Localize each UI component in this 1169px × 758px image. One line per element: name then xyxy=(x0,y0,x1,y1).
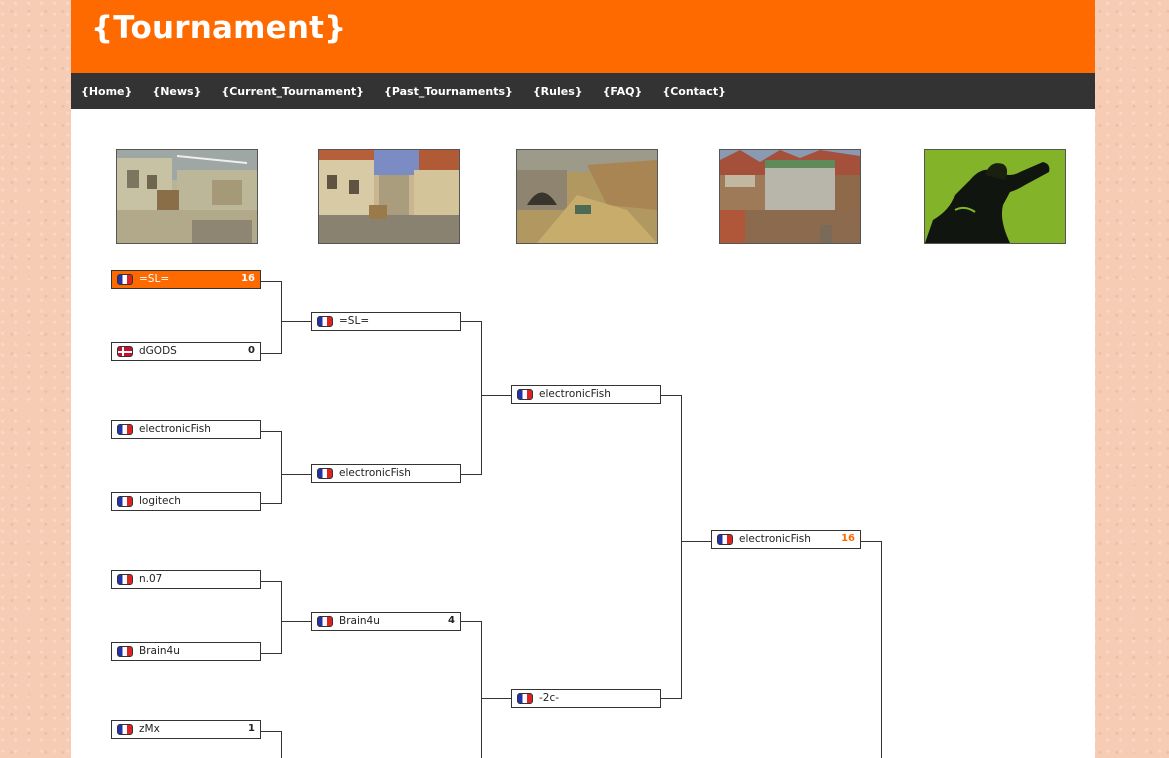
flag-france-icon xyxy=(317,616,333,627)
flag-france-icon xyxy=(317,316,333,327)
flag-france-icon xyxy=(717,534,733,545)
bracket-connector xyxy=(481,698,511,699)
bracket-connector xyxy=(661,395,681,396)
nav-faq[interactable]: {FAQ} xyxy=(603,85,643,98)
team-name: =SL= xyxy=(139,273,170,285)
bracket-connector xyxy=(261,431,281,432)
main-nav: {Home} {News} {Current_Tournament} {Past… xyxy=(71,73,1095,109)
flag-denmark-icon xyxy=(117,346,133,357)
bracket-connector xyxy=(681,541,711,542)
bracket-connector xyxy=(261,281,281,282)
bracket-slot[interactable]: Brain4u xyxy=(111,642,261,661)
team-score: 1 xyxy=(248,723,255,734)
team-name: Brain4u xyxy=(139,645,180,657)
map-thumbnail-1[interactable] xyxy=(116,149,258,244)
nav-news[interactable]: {News} xyxy=(152,85,201,98)
bracket-slot[interactable]: n.07 xyxy=(111,570,261,589)
bracket-connector xyxy=(881,541,882,758)
team-name: logitech xyxy=(139,495,181,507)
flag-france-icon xyxy=(517,389,533,400)
flag-france-icon xyxy=(117,274,133,285)
nav-past-tournaments[interactable]: {Past_Tournaments} xyxy=(384,85,513,98)
bracket-connector xyxy=(461,321,481,322)
team-name: electronicFish xyxy=(539,388,611,400)
bracket-slot[interactable]: zMx 1 xyxy=(111,720,261,739)
flag-france-icon xyxy=(117,424,133,435)
nav-contact[interactable]: {Contact} xyxy=(662,85,726,98)
bracket-slot[interactable]: dGODS 0 xyxy=(111,342,261,361)
map-thumbnail-3[interactable] xyxy=(516,149,658,244)
flag-france-icon xyxy=(517,693,533,704)
map-thumbnail-5[interactable] xyxy=(924,149,1066,244)
bracket-slot[interactable]: electronicFish xyxy=(111,420,261,439)
bracket-connector xyxy=(261,581,281,582)
team-name: =SL= xyxy=(339,315,370,327)
bracket-slot[interactable]: electronicFish xyxy=(511,385,661,404)
bracket-connector xyxy=(681,395,682,699)
site-header: {Tournament} xyxy=(71,0,1095,73)
bracket-connector xyxy=(481,395,511,396)
bracket-connector xyxy=(461,474,481,475)
bracket-connector xyxy=(481,621,482,758)
page-container: {Tournament} {Home} {News} {Current_Tour… xyxy=(71,0,1095,758)
bracket-connector xyxy=(281,281,282,354)
flag-france-icon xyxy=(117,496,133,507)
team-name: dGODS xyxy=(139,345,177,357)
nav-rules[interactable]: {Rules} xyxy=(533,85,583,98)
bracket-connector xyxy=(261,353,281,354)
bracket-slot[interactable]: =SL= 16 xyxy=(111,270,261,289)
bracket-connector xyxy=(281,621,311,622)
map-thumbnail-4[interactable] xyxy=(719,149,861,244)
site-title[interactable]: {Tournament} xyxy=(91,10,346,46)
nav-current-tournament[interactable]: {Current_Tournament} xyxy=(221,85,364,98)
bracket-slot[interactable]: electronicFish 16 xyxy=(711,530,861,549)
bracket-connector xyxy=(281,474,311,475)
bracket-slot[interactable]: =SL= xyxy=(311,312,461,331)
bracket-connector xyxy=(461,621,481,622)
map-thumbnail-2[interactable] xyxy=(318,149,460,244)
flag-france-icon xyxy=(117,646,133,657)
team-name: -2c- xyxy=(539,692,560,704)
team-score: 0 xyxy=(248,345,255,356)
bracket-connector xyxy=(261,503,281,504)
bracket-connector xyxy=(281,581,282,654)
bracket-connector xyxy=(481,321,482,475)
team-score: 4 xyxy=(448,615,455,626)
bracket-connector xyxy=(261,653,281,654)
team-name: Brain4u xyxy=(339,615,380,627)
bracket-slot[interactable]: Brain4u 4 xyxy=(311,612,461,631)
nav-home[interactable]: {Home} xyxy=(81,85,132,98)
bracket-connector xyxy=(661,698,681,699)
flag-france-icon xyxy=(117,724,133,735)
bracket-slot[interactable]: -2c- xyxy=(511,689,661,708)
bracket-slot[interactable]: electronicFish xyxy=(311,464,461,483)
bracket-connector xyxy=(281,321,311,322)
team-name: electronicFish xyxy=(339,467,411,479)
bracket-connector xyxy=(281,431,282,504)
team-name: zMx xyxy=(139,723,160,735)
team-name: n.07 xyxy=(139,573,163,585)
team-name: electronicFish xyxy=(139,423,211,435)
flag-france-icon xyxy=(317,468,333,479)
bracket-connector xyxy=(261,731,281,732)
bracket-connector xyxy=(281,731,282,758)
flag-france-icon xyxy=(117,574,133,585)
bracket-slot[interactable]: logitech xyxy=(111,492,261,511)
bracket-connector xyxy=(861,541,881,542)
team-name: electronicFish xyxy=(739,533,811,545)
team-score: 16 xyxy=(241,273,255,284)
team-score: 16 xyxy=(841,533,855,544)
